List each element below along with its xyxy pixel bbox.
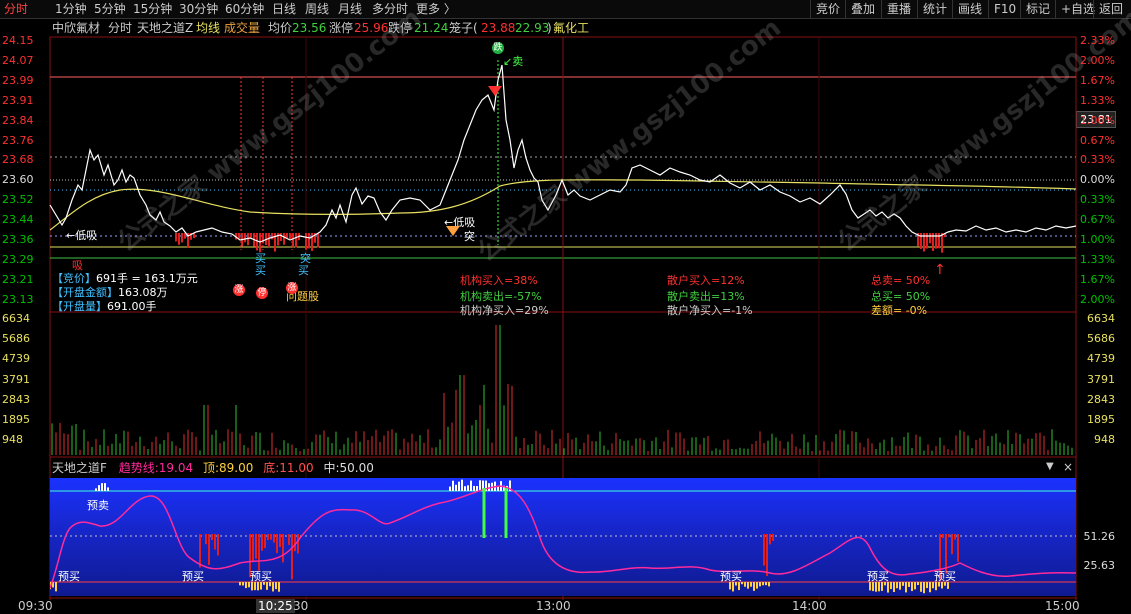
percent-tick-label: 1.33% — [1080, 252, 1115, 266]
auction-info: 【竞价】691手 = 163.1万元 【开盘金额】163.08万 【开盘量】69… — [52, 272, 198, 314]
percent-tick-label: 2.00% — [1080, 53, 1115, 67]
bottom-value: 11.00 — [279, 461, 314, 475]
price-tick-label: 23.60 — [2, 173, 34, 187]
volume-tick-label: 4739 — [1087, 352, 1115, 366]
time-label-close: 15:00 — [1045, 599, 1080, 613]
top-label: 顶: — [202, 461, 220, 475]
pre-buy-label: 预买 — [182, 570, 204, 583]
percent-tick-label: 2.00% — [1080, 292, 1115, 306]
percent-tick-label: 0.33% — [1080, 193, 1115, 207]
price-tick-label: 23.29 — [2, 252, 34, 266]
bottom-label: 底: — [263, 461, 280, 475]
limit-down-badge: 跌 — [492, 42, 504, 54]
open-volume-label: 【开盘量】 — [52, 300, 107, 313]
percent-tick-label: 0.67% — [1080, 133, 1115, 147]
volume-tick-label: 6634 — [2, 312, 30, 325]
percent-tick-label: 1.67% — [1080, 73, 1115, 87]
price-tick-label: 23.44 — [2, 213, 34, 227]
open-volume-value: 691.00手 — [107, 300, 157, 313]
volume-tick-label: 948 — [2, 433, 23, 447]
price-tick-label: 23.91 — [2, 93, 34, 107]
percent-tick-label: 0.00% — [1080, 173, 1115, 187]
chevron-down-icon[interactable]: ▼ — [1046, 461, 1054, 472]
percent-tick-label: 1.67% — [1080, 272, 1115, 286]
price-tick-label: 23.52 — [2, 193, 34, 207]
limit-up-badge: 涨 — [286, 282, 298, 294]
trend-label: 趋势线: — [118, 461, 159, 475]
inst-net-stat: 机构净买入=29% — [460, 304, 549, 317]
indicator-header: 天地之道F 趋势线:19.04 顶:89.00 底:11.00 中:50.00 — [52, 460, 374, 476]
indicator-level-label: 51.26 — [1083, 530, 1116, 543]
buy-signal: 买 — [255, 264, 266, 277]
percent-tick-label: 1.00% — [1080, 233, 1115, 246]
volume-tick-label: 3791 — [2, 372, 30, 386]
inst-buy-stat: 机构买入=38% — [460, 274, 538, 287]
volume-tick-label: 1895 — [2, 413, 30, 426]
volume-tick-label: 3791 — [1087, 372, 1115, 386]
sell-signal: ↙卖 — [503, 55, 524, 68]
limit-up-badge: 涨 — [233, 284, 245, 296]
retail-buy-stat: 散户买入=12% — [667, 274, 745, 287]
price-tick-label: 23.21 — [2, 272, 34, 286]
time-label-1030: 30 — [293, 599, 309, 613]
time-label-cursor: 10:25 — [256, 599, 295, 613]
volume-tick-label: 948 — [1094, 433, 1115, 447]
volume-tick-label: 5686 — [2, 332, 30, 346]
price-tick-label: 24.15 — [2, 34, 34, 47]
diff-stat: 差额= -0% — [871, 304, 928, 317]
price-tick-label: 23.36 — [2, 233, 34, 246]
price-tick-label: 23.84 — [2, 113, 34, 127]
pre-buy-label: 预买 — [720, 570, 742, 583]
price-tick-label: 23.76 — [2, 133, 34, 147]
mid-label: 中: — [323, 461, 340, 475]
volume-tick-label: 5686 — [1087, 332, 1115, 346]
percent-tick-label: 1.33% — [1080, 93, 1115, 107]
top-value: 89.00 — [219, 461, 254, 475]
trend-value: 19.04 — [158, 461, 194, 475]
price-tick-label: 23.99 — [2, 73, 34, 87]
mid-value: 50.00 — [339, 461, 374, 475]
time-label-1300: 13:00 — [536, 599, 571, 613]
xi-signal: 吸 — [72, 259, 83, 272]
price-tick-label: 23.13 — [2, 292, 34, 306]
indicator-title[interactable]: 天地之道F — [52, 461, 107, 475]
pre-buy-label: 预买 — [250, 570, 272, 583]
low-buy-signal: ←低吸 — [66, 229, 98, 242]
volume-bars — [51, 325, 1073, 455]
open-amount-value: 163.08万 — [118, 286, 168, 299]
volume-tick-label: 2843 — [2, 392, 30, 406]
price-tick-label: 23.68 — [2, 153, 34, 167]
total-sell-stat: 总卖= 50% — [871, 274, 931, 287]
buy-signal: 买 — [298, 264, 309, 277]
volume-tick-label: 1895 — [1087, 413, 1115, 426]
time-label-1400: 14:00 — [792, 599, 827, 613]
percent-tick-label: 1.00% — [1080, 113, 1115, 127]
open-amount-label: 【开盘金额】 — [52, 286, 118, 299]
time-label-open: 09:30 — [18, 599, 53, 613]
auction-value: 691手 = 163.1万元 — [96, 272, 198, 285]
tu-signal: 突 — [464, 230, 475, 243]
up-arrow-icon: ↑ — [934, 262, 946, 278]
volume-tick-label: 4739 — [2, 352, 30, 366]
percent-tick-label: 0.33% — [1080, 153, 1115, 167]
indicator-level-label: 25.63 — [1083, 559, 1116, 572]
close-icon[interactable]: × — [1063, 460, 1073, 474]
limit-up-badge: 停 — [256, 287, 268, 299]
auction-label: 【竞价】 — [52, 272, 96, 285]
pre-buy-label: 预买 — [934, 570, 956, 583]
pre-buy-label: 预买 — [58, 570, 80, 583]
retail-net-stat: 散户净买入=-1% — [667, 304, 753, 317]
volume-tick-label: 2843 — [1087, 392, 1115, 406]
pre-buy-label: 预买 — [867, 570, 889, 583]
percent-tick-label: 0.67% — [1080, 213, 1115, 227]
price-tick-label: 24.07 — [2, 53, 34, 67]
percent-tick-label: 2.33% — [1080, 34, 1115, 47]
volume-tick-label: 6634 — [1087, 312, 1115, 325]
pre-sell-label: 预卖 — [87, 499, 109, 512]
